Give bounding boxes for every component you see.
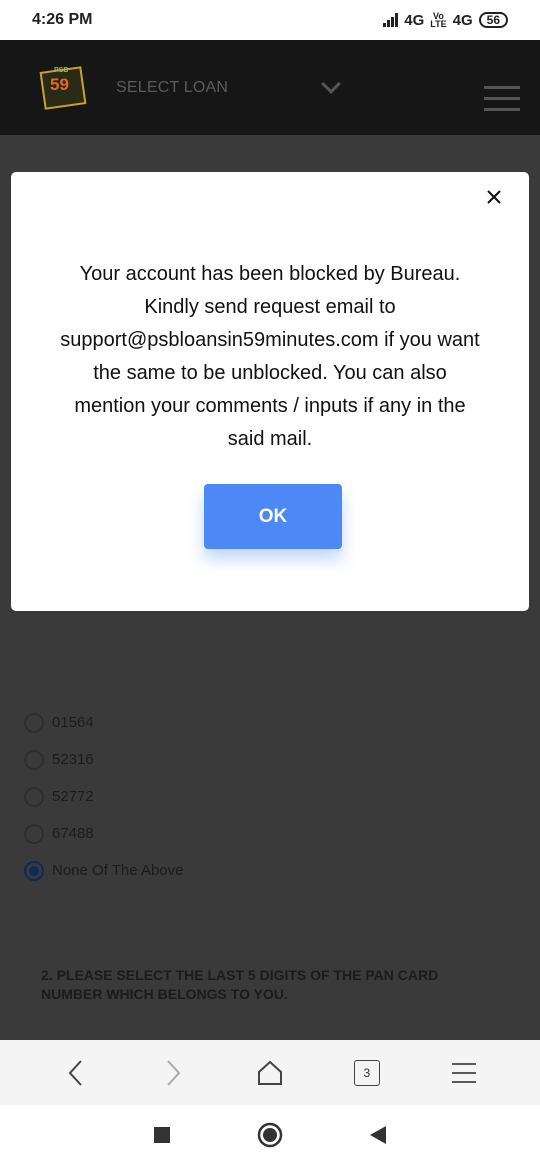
menu-lines-icon[interactable] (444, 1053, 484, 1093)
question-text: 2. PLEASE SELECT THE LAST 5 DIGITS OF TH… (41, 967, 439, 1002)
volte-bottom: LTE (430, 19, 447, 29)
app-header: PSB 59 SELECT LOAN (0, 40, 540, 135)
status-icons: 4G Vo LTE 4G 56 (383, 12, 508, 29)
back-triangle-icon[interactable] (369, 1125, 387, 1150)
recents-icon[interactable] (153, 1126, 171, 1149)
option-label: 67488 (52, 825, 94, 842)
option-item[interactable]: 01564 (24, 704, 183, 741)
status-time: 4:26 PM (32, 11, 93, 28)
radio-button[interactable] (24, 749, 44, 770)
select-loan-dropdown[interactable]: SELECT LOAN (116, 79, 228, 97)
network-label-2: 4G (452, 11, 473, 29)
tabs-button[interactable]: 3 (347, 1053, 387, 1093)
menu-icon[interactable] (484, 86, 520, 119)
option-item[interactable]: None Of The Above (24, 852, 183, 889)
radio-button-selected[interactable] (24, 860, 44, 881)
status-bar: 4:26 PM 4G Vo LTE 4G 56 (0, 0, 540, 40)
radio-button[interactable] (24, 823, 44, 844)
ok-button[interactable]: OK (204, 484, 342, 549)
radio-button[interactable] (24, 786, 44, 807)
option-label: None Of The Above (52, 862, 184, 879)
network-label-1: 4G (404, 11, 425, 29)
alert-dialog: Your account has been blocked by Bureau.… (11, 172, 529, 611)
logo-small-text: PSB (54, 66, 69, 74)
app-logo: PSB 59 (38, 63, 88, 113)
option-item[interactable]: 67488 (24, 815, 183, 852)
dialog-message: Your account has been blocked by Bureau.… (60, 263, 480, 450)
answer-options: 01564 52316 52772 67488 None Of The Abov… (24, 704, 183, 889)
browser-toolbar: 3 (0, 1040, 540, 1105)
close-icon[interactable] (479, 182, 509, 212)
tab-count: 3 (353, 1059, 380, 1086)
chevron-down-icon[interactable] (321, 73, 342, 94)
home-icon[interactable] (250, 1053, 290, 1093)
option-label: 52316 (52, 751, 94, 768)
system-nav-bar (0, 1105, 540, 1170)
option-label: 52772 (52, 788, 94, 805)
home-circle-icon[interactable] (257, 1122, 283, 1153)
battery-icon: 56 (478, 12, 508, 28)
option-item[interactable]: 52316 (24, 741, 183, 778)
back-icon[interactable] (56, 1053, 96, 1093)
forward-icon[interactable] (153, 1053, 193, 1093)
volte-icon: Vo LTE (430, 12, 447, 29)
signal-icon (383, 13, 399, 27)
option-item[interactable]: 52772 (24, 778, 183, 815)
radio-button[interactable] (24, 712, 44, 733)
logo-number: 59 (50, 74, 69, 94)
option-label: 01564 (52, 714, 94, 731)
